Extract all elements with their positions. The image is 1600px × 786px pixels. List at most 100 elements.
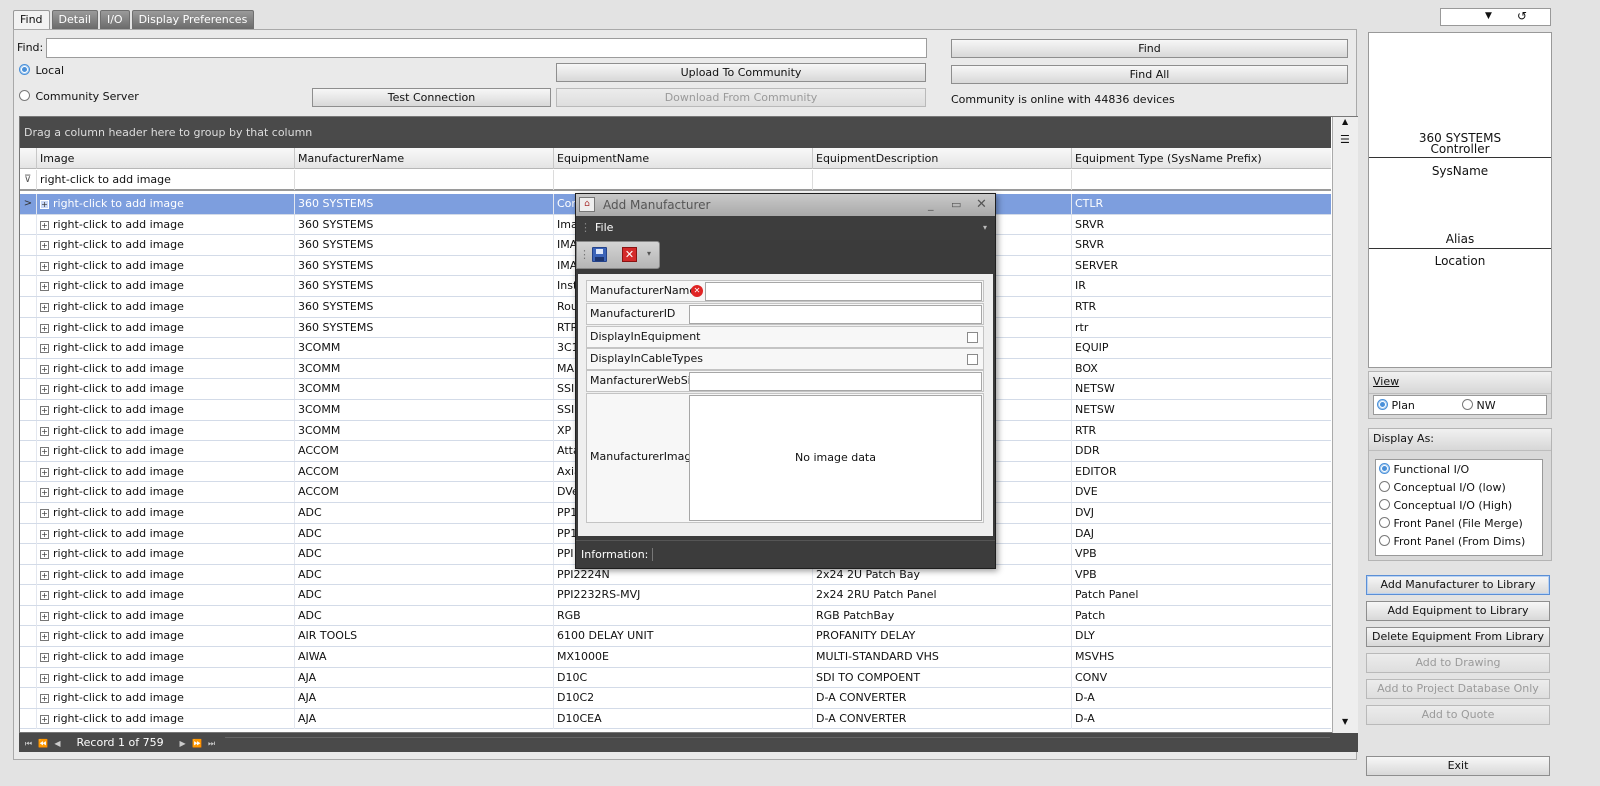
- chevron-down-icon[interactable]: ▼: [1485, 11, 1492, 21]
- row-indicator[interactable]: [20, 565, 36, 585]
- group-panel[interactable]: Drag a column header here to group by th…: [20, 117, 1331, 148]
- table-row[interactable]: + right-click to add image AJA D10C SDI TO C…: [20, 667, 1331, 689]
- row-type-cell[interactable]: MSVHS: [1071, 647, 1331, 668]
- display-conceptual-low-radio[interactable]: [1379, 481, 1390, 492]
- tab-io[interactable]: I/O: [99, 10, 130, 29]
- view-plan-option[interactable]: Plan: [1377, 399, 1415, 412]
- view-plan-radio[interactable]: [1377, 399, 1388, 410]
- add-equipment-button[interactable]: Add Equipment to Library: [1366, 601, 1550, 621]
- expand-icon[interactable]: +: [40, 550, 49, 560]
- row-image-cell[interactable]: + right-click to add image: [36, 255, 294, 276]
- row-description-cell[interactable]: D-A CONVERTER: [812, 688, 1071, 709]
- local-option[interactable]: Local: [19, 64, 64, 77]
- row-image-cell[interactable]: + right-click to add image: [36, 194, 294, 214]
- column-header-equipment-description[interactable]: EquipmentDescription: [812, 148, 1071, 169]
- expand-icon[interactable]: +: [40, 261, 49, 271]
- row-image-cell[interactable]: + right-click to add image: [36, 502, 294, 523]
- current-row-indicator-icon[interactable]: >: [20, 194, 36, 214]
- toolbar-dropdown-icon[interactable]: ▾: [647, 249, 651, 258]
- row-indicator[interactable]: [20, 256, 36, 276]
- community-option[interactable]: Community Server: [19, 90, 139, 103]
- expand-icon[interactable]: +: [40, 653, 49, 663]
- row-manufacturer-cell[interactable]: 3COMM: [294, 358, 553, 379]
- test-connection-button[interactable]: Test Connection: [312, 88, 551, 107]
- row-image-cell[interactable]: + right-click to add image: [36, 626, 294, 647]
- row-type-cell[interactable]: Patch: [1071, 605, 1331, 626]
- row-image-cell[interactable]: + right-click to add image: [36, 338, 294, 359]
- layout-combo[interactable]: ▼ ↺: [1440, 8, 1551, 26]
- scroll-down-icon[interactable]: ▼: [1342, 717, 1348, 726]
- row-indicator[interactable]: [20, 318, 36, 338]
- row-indicator[interactable]: [20, 297, 36, 317]
- manufacturer-name-input[interactable]: [705, 282, 982, 301]
- row-type-cell[interactable]: DAJ: [1071, 523, 1331, 544]
- row-manufacturer-cell[interactable]: AJA: [294, 708, 553, 729]
- website-input[interactable]: [689, 372, 982, 391]
- expand-icon[interactable]: +: [40, 282, 49, 292]
- close-icon[interactable]: ✕: [976, 194, 987, 216]
- row-manufacturer-cell[interactable]: 360 SYSTEMS: [294, 255, 553, 276]
- row-manufacturer-cell[interactable]: ACCOM: [294, 461, 553, 482]
- display-front-dims-radio[interactable]: [1379, 535, 1390, 546]
- expand-icon[interactable]: +: [40, 714, 49, 724]
- expand-icon[interactable]: +: [40, 632, 49, 642]
- column-header-equipment-type[interactable]: Equipment Type (SysName Prefix): [1071, 148, 1331, 169]
- row-image-cell[interactable]: + right-click to add image: [36, 688, 294, 709]
- row-image-cell[interactable]: + right-click to add image: [36, 585, 294, 606]
- row-manufacturer-cell[interactable]: 360 SYSTEMS: [294, 276, 553, 297]
- first-record-icon[interactable]: ⏮: [23, 734, 34, 753]
- filter-cell-manufacturer[interactable]: [294, 170, 553, 190]
- row-type-cell[interactable]: Patch Panel: [1071, 585, 1331, 606]
- expand-icon[interactable]: +: [40, 364, 49, 374]
- prev-record-icon[interactable]: ◀: [52, 734, 63, 753]
- find-input[interactable]: [46, 38, 927, 58]
- column-chooser-icon[interactable]: ☰: [1340, 133, 1350, 146]
- row-image-cell[interactable]: + right-click to add image: [36, 605, 294, 626]
- prev-page-icon[interactable]: ⏪: [38, 734, 49, 753]
- row-description-cell[interactable]: PROFANITY DELAY: [812, 626, 1071, 647]
- row-indicator[interactable]: [20, 482, 36, 502]
- row-indicator[interactable]: [20, 626, 36, 646]
- row-indicator[interactable]: [20, 379, 36, 399]
- find-all-button[interactable]: Find All: [951, 65, 1348, 84]
- grid-vertical-scrollbar[interactable]: ▲ ☰ ▼: [1332, 117, 1358, 734]
- column-header-manufacturer[interactable]: ManufacturerName: [294, 148, 553, 169]
- row-indicator[interactable]: [20, 668, 36, 688]
- filter-cell-image[interactable]: right-click to add image: [36, 170, 294, 190]
- row-image-cell[interactable]: + right-click to add image: [36, 399, 294, 420]
- row-indicator[interactable]: [20, 503, 36, 523]
- expand-icon[interactable]: +: [40, 220, 49, 230]
- filter-cell-description[interactable]: [812, 170, 1071, 190]
- row-description-cell[interactable]: 2x24 2RU Patch Panel: [812, 585, 1071, 606]
- row-manufacturer-cell[interactable]: 360 SYSTEMS: [294, 194, 553, 214]
- row-indicator[interactable]: [20, 441, 36, 461]
- row-type-cell[interactable]: DLY: [1071, 626, 1331, 647]
- row-image-cell[interactable]: + right-click to add image: [36, 667, 294, 688]
- row-image-cell[interactable]: + right-click to add image: [36, 482, 294, 503]
- row-manufacturer-cell[interactable]: AIR TOOLS: [294, 626, 553, 647]
- expand-icon[interactable]: +: [40, 673, 49, 683]
- exit-button[interactable]: Exit: [1366, 756, 1550, 776]
- row-type-cell[interactable]: NETSW: [1071, 379, 1331, 400]
- row-indicator[interactable]: [20, 647, 36, 667]
- column-header-image[interactable]: Image: [36, 148, 294, 169]
- minimize-icon[interactable]: _: [928, 194, 934, 216]
- table-row[interactable]: + right-click to add image AIR TOOLS 6100 D…: [20, 626, 1331, 648]
- row-image-cell[interactable]: + right-click to add image: [36, 441, 294, 462]
- expand-icon[interactable]: +: [40, 405, 49, 415]
- row-image-cell[interactable]: + right-click to add image: [36, 647, 294, 668]
- manufacturer-image-box[interactable]: No image data: [689, 395, 982, 521]
- row-indicator[interactable]: [20, 606, 36, 626]
- row-indicator[interactable]: [20, 421, 36, 441]
- display-front-panel-dims[interactable]: Front Panel (From Dims): [1379, 535, 1525, 548]
- row-image-cell[interactable]: + right-click to add image: [36, 420, 294, 441]
- filter-cell-equipment-name[interactable]: [553, 170, 812, 190]
- expand-icon[interactable]: +: [40, 447, 49, 457]
- dialog-title-bar[interactable]: ⌂ Add Manufacturer _ ▭ ✕: [576, 194, 995, 216]
- save-icon[interactable]: [592, 247, 607, 262]
- row-manufacturer-cell[interactable]: ADC: [294, 502, 553, 523]
- row-type-cell[interactable]: VPB: [1071, 564, 1331, 585]
- display-functional-io[interactable]: Functional I/O: [1379, 463, 1469, 476]
- row-manufacturer-cell[interactable]: AJA: [294, 688, 553, 709]
- delete-equipment-button[interactable]: Delete Equipment From Library: [1366, 627, 1550, 647]
